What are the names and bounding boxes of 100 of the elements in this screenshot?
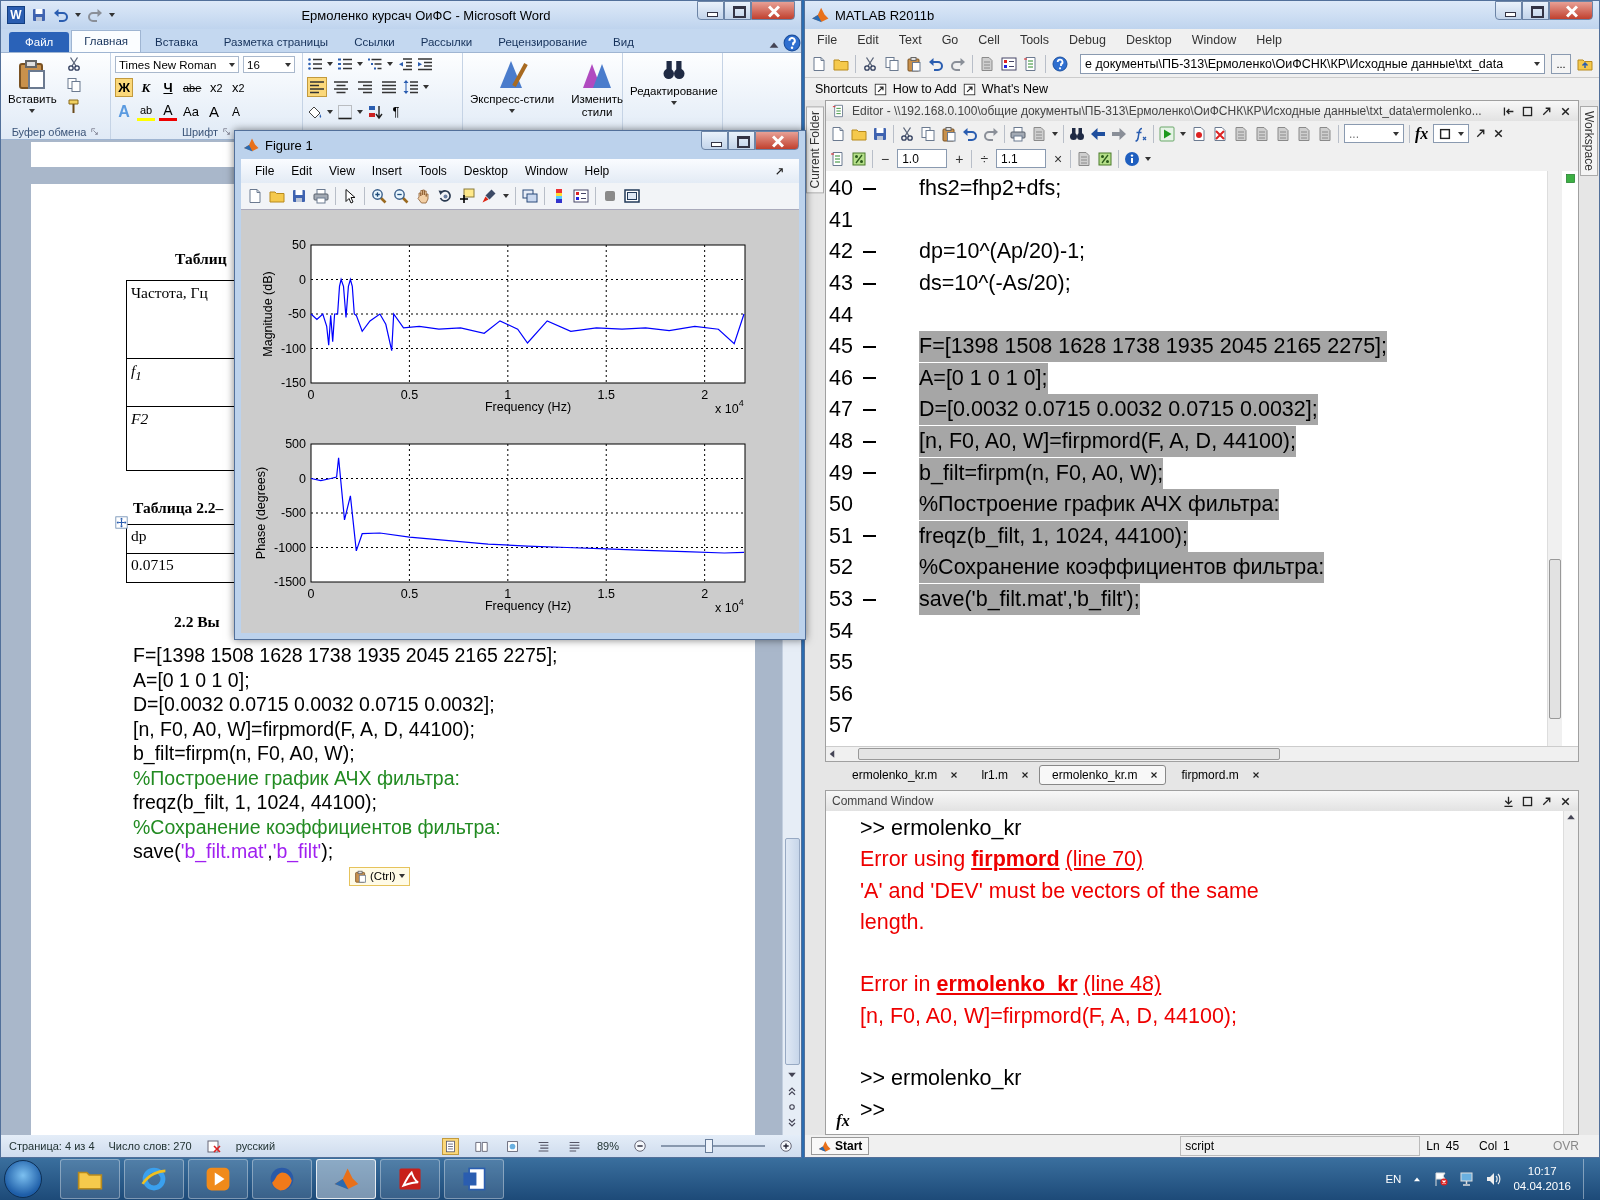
maximize-button[interactable] [724, 1, 751, 20]
percent-page-icon[interactable] [1097, 150, 1114, 167]
align-center-icon[interactable] [333, 79, 349, 95]
menu-item[interactable]: Desktop [463, 164, 508, 178]
ribbon-tab[interactable]: Главная [71, 30, 142, 52]
maximize-icon[interactable] [1521, 104, 1534, 118]
sort-icon[interactable] [367, 103, 383, 120]
caret-icon[interactable] [357, 62, 363, 66]
caret-icon[interactable] [670, 101, 677, 105]
format-button[interactable]: A [204, 102, 223, 121]
cell-value-field[interactable]: 1.0 [897, 149, 948, 168]
page-document-icon[interactable] [461, 1166, 487, 1192]
page-icon[interactable] [811, 56, 827, 72]
cell-page-icon[interactable] [830, 150, 846, 167]
function-button[interactable]: fx [1415, 124, 1429, 143]
menu-item[interactable]: Edit [857, 33, 879, 47]
caret-icon[interactable] [503, 194, 509, 198]
caret-icon[interactable] [1393, 131, 1399, 136]
taskbar-button[interactable] [124, 1159, 184, 1199]
scissors-icon[interactable] [862, 56, 878, 72]
caret-icon[interactable] [229, 62, 235, 67]
taskbar-button[interactable] [60, 1159, 120, 1199]
function-button[interactable]: fx [836, 1112, 850, 1130]
minimize-button[interactable] [701, 131, 728, 150]
line-spacing-icon[interactable] [403, 79, 419, 95]
zoom-minus-icon[interactable] [633, 1139, 647, 1153]
lined-page-icon[interactable] [979, 56, 995, 72]
minimize-button[interactable] [1495, 1, 1522, 20]
folder-icon[interactable] [833, 56, 849, 72]
lined-page-icon[interactable] [1233, 125, 1249, 142]
menu-item[interactable]: File [817, 33, 838, 47]
menu-item[interactable]: Insert [371, 164, 402, 178]
menu-item[interactable]: Text [898, 33, 922, 47]
format-button[interactable]: A [226, 102, 245, 121]
menu-item[interactable]: Debug [1069, 33, 1106, 47]
caret-icon[interactable] [327, 109, 333, 114]
multilevel-list-icon[interactable] [367, 56, 383, 72]
menu-item[interactable]: Window [524, 164, 568, 178]
caret-icon[interactable] [75, 13, 81, 17]
close-button[interactable] [755, 131, 799, 150]
legend-icon[interactable] [573, 188, 589, 204]
menu-item[interactable]: Tools [418, 164, 447, 178]
help-icon[interactable] [783, 34, 801, 52]
format-button[interactable]: abe [181, 78, 204, 97]
shortcut-link[interactable]: How to Add [892, 82, 957, 96]
minimize-button[interactable] [697, 1, 724, 20]
scrollbar-thumb[interactable] [1549, 559, 1561, 719]
decrease-indent-icon[interactable] [397, 56, 413, 72]
frame-icon[interactable] [624, 188, 640, 204]
globe-page-icon[interactable] [505, 1139, 519, 1153]
stack-dropdown[interactable]: ... [1344, 124, 1404, 143]
caret-icon[interactable] [285, 62, 291, 67]
help-icon[interactable] [1052, 56, 1068, 72]
launcher-icon[interactable] [222, 127, 232, 136]
copy-icon[interactable] [65, 77, 82, 93]
scissors-icon[interactable] [899, 125, 915, 142]
file-tab[interactable]: ermolenko_kr.m [839, 765, 967, 785]
play-icon[interactable] [205, 1166, 231, 1192]
lined-page-icon[interactable] [1031, 125, 1047, 142]
multiply-button[interactable]: × [1051, 150, 1066, 167]
lined-page-icon[interactable] [1296, 125, 1312, 142]
caret-icon[interactable] [357, 109, 363, 114]
caret-icon[interactable] [1534, 62, 1540, 66]
layout-dropdown[interactable] [1433, 124, 1470, 143]
file-tab[interactable]: ermolenko_kr.m [1039, 765, 1167, 785]
menu-item[interactable]: Cell [978, 33, 1000, 47]
scissors-icon[interactable] [65, 56, 82, 72]
taskbar-button[interactable] [252, 1159, 312, 1199]
ribbon-tab[interactable]: Вставка [143, 32, 210, 52]
paste-options-button[interactable]: (Ctrl) [349, 866, 410, 886]
caret-icon[interactable] [387, 62, 393, 66]
function-link[interactable]: firpmord [971, 847, 1060, 872]
lined-page-icon[interactable] [1275, 125, 1291, 142]
clear-breakpoint-icon[interactable] [1212, 125, 1228, 142]
table-move-icon[interactable] [115, 516, 128, 529]
clock-date[interactable]: 04.04.2016 [1513, 1179, 1571, 1194]
format-button[interactable]: К [137, 78, 155, 97]
browse-button[interactable]: ... [1551, 54, 1571, 74]
linked-windows-icon[interactable] [522, 188, 538, 204]
file-tab[interactable]: firpmord.m [1168, 765, 1268, 785]
line-link[interactable]: (line 70) [1065, 847, 1144, 872]
run-icon[interactable] [1159, 125, 1175, 142]
copy-icon[interactable] [884, 56, 900, 72]
format-button[interactable]: ab [137, 102, 155, 121]
percent-page-icon[interactable] [851, 150, 867, 167]
borders-icon[interactable] [337, 103, 353, 120]
divide-button[interactable]: ÷ [977, 150, 992, 167]
printer-icon[interactable] [313, 188, 329, 204]
ribbon-tab[interactable]: Рецензирование [486, 32, 600, 52]
brush-icon[interactable] [481, 188, 497, 204]
double-arrow-up-icon[interactable] [786, 1085, 798, 1097]
justify-icon[interactable] [381, 79, 397, 95]
folder-up-icon[interactable] [1577, 56, 1593, 72]
ribbon-tab[interactable]: Файл [9, 32, 70, 52]
proofing-book-icon[interactable] [205, 1138, 222, 1154]
page-icon[interactable] [247, 188, 263, 204]
speaker-icon[interactable] [1485, 1171, 1502, 1187]
dock-arrow-icon[interactable] [774, 165, 785, 177]
clipboard-icon[interactable] [906, 56, 922, 72]
pilcrow-button[interactable]: ¶ [387, 102, 405, 121]
